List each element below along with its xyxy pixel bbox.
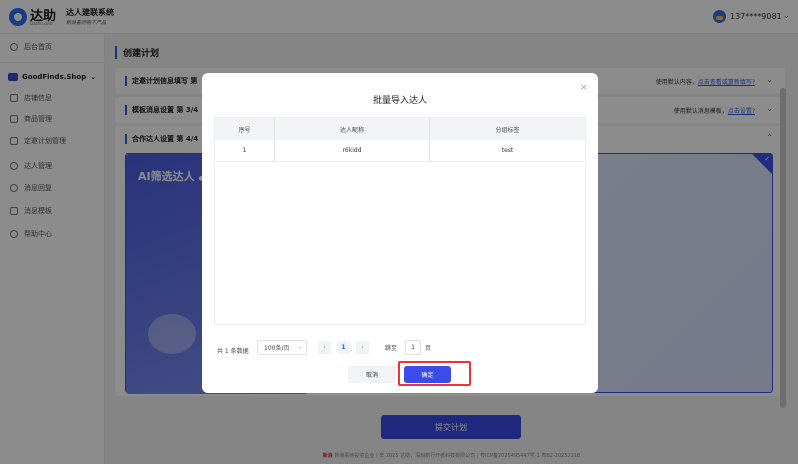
jump-label: 跳至	[385, 345, 398, 352]
column-header: 序号	[215, 118, 275, 140]
column-header: 达人昵称	[275, 118, 430, 140]
row-nickname: r6kidd	[275, 140, 430, 161]
table-row: 1 r6kidd test	[215, 140, 585, 162]
cancel-button[interactable]: 取消	[348, 366, 396, 383]
jump-suffix: 页	[425, 345, 432, 352]
influencer-table: 序号 达人昵称 分组标签 1 r6kidd test	[214, 117, 586, 325]
row-group: test	[501, 147, 514, 154]
next-page-button[interactable]: ›	[356, 341, 369, 354]
row-index: 1	[215, 140, 275, 161]
batch-import-modal: 批量导入达人 × 序号 达人昵称 分组标签 1 r6kidd test 共 1 …	[202, 73, 598, 393]
column-header: 分组标签	[495, 126, 520, 134]
page-1-button[interactable]: 1	[337, 341, 350, 354]
table-header: 序号 达人昵称 分组标签	[215, 118, 585, 140]
prev-page-button[interactable]: ‹	[318, 341, 331, 354]
modal-title: 批量导入达人	[372, 96, 427, 106]
jump-page-input[interactable]: 1	[405, 340, 421, 355]
close-icon[interactable]: ×	[580, 83, 588, 93]
page-size-select[interactable]: 100条/页 ⌄	[257, 340, 307, 355]
total-count: 共 1 条数据	[217, 347, 249, 355]
chevron-down-icon: ⌄	[297, 344, 302, 350]
highlight-box	[398, 361, 471, 386]
